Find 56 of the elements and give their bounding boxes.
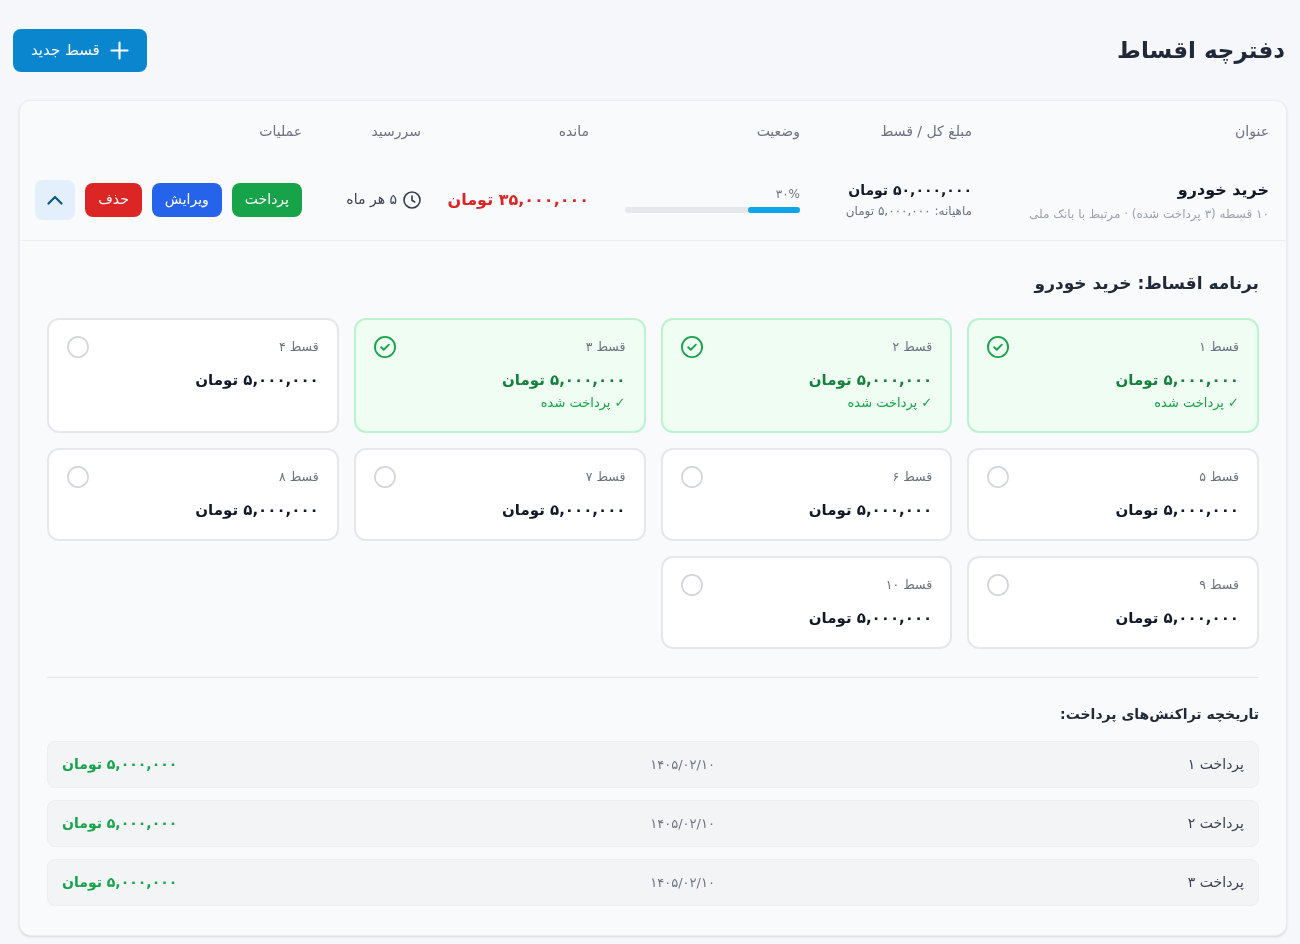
remaining-amount: ۳۵,۰۰۰,۰۰۰ تومان bbox=[447, 189, 589, 209]
installment-amount: ۵,۰۰۰,۰۰۰ تومان bbox=[807, 608, 933, 629]
collapse-button[interactable] bbox=[35, 179, 76, 220]
transaction-date: ۱۴۰۵/۰۲/۱۰ bbox=[650, 873, 715, 892]
column-header: عنوان bbox=[1235, 123, 1269, 139]
installment-amount: ۵,۰۰۰,۰۰۰ تومان bbox=[807, 500, 933, 521]
paid-status: ✓ پرداخت شده bbox=[846, 394, 933, 413]
transaction-label: پرداخت ۲ bbox=[1187, 814, 1244, 834]
transaction-amount: ۵,۰۰۰,۰۰۰ تومان bbox=[62, 873, 178, 893]
installment-amount: ۵,۰۰۰,۰۰۰ تومان bbox=[194, 370, 319, 391]
installment-amount: ۵,۰۰۰,۰۰۰ تومان bbox=[194, 500, 319, 521]
installment-amount: ۵,۰۰۰,۰۰۰ تومان bbox=[1114, 370, 1239, 391]
row-subtitle: ۱۰ قسطه (۳ پرداخت شده) · مرتبط با بانک ملی bbox=[1029, 205, 1269, 223]
column-header: عملیات bbox=[259, 123, 302, 139]
monthly-amount: ماهیانه: ۵,۰۰۰,۰۰۰ تومان bbox=[845, 202, 972, 220]
row-title: خرید خودرو bbox=[1177, 178, 1269, 201]
installment-label: قسط ۵ bbox=[1199, 467, 1239, 486]
transaction-date: ۱۴۰۵/۰۲/۱۰ bbox=[650, 755, 715, 774]
chevron-up-icon bbox=[47, 194, 64, 205]
action-button[interactable]: حذف bbox=[85, 182, 142, 217]
installment-amount: ۵,۰۰۰,۰۰۰ تومان bbox=[501, 500, 626, 521]
column-header: مبلغ کل / قسط bbox=[880, 123, 972, 139]
action-button[interactable]: ویرایش bbox=[151, 182, 222, 217]
transaction-date: ۱۴۰۵/۰۲/۱۰ bbox=[650, 814, 715, 833]
installment-amount: ۵,۰۰۰,۰۰۰ تومان bbox=[1114, 500, 1239, 521]
action-button[interactable]: پرداخت bbox=[231, 182, 302, 217]
installment-amount: ۵,۰۰۰,۰۰۰ تومان bbox=[501, 370, 626, 391]
installment-label: قسط ۱۰ bbox=[885, 575, 933, 594]
transaction-label: پرداخت ۳ bbox=[1187, 873, 1244, 893]
installment-label: قسط ۱ bbox=[1199, 337, 1239, 356]
installment-label: قسط ۸ bbox=[279, 467, 319, 486]
history-title: تاریخچه تراکنش‌های پرداخت: bbox=[1059, 705, 1259, 724]
total-amount: ۵۰,۰۰۰,۰۰۰ تومان bbox=[848, 180, 972, 200]
transaction-amount: ۵,۰۰۰,۰۰۰ تومان bbox=[62, 755, 178, 775]
installment-label: قسط ۴ bbox=[279, 337, 319, 356]
progress-percent: ۳۰% bbox=[775, 186, 800, 202]
installment-label: قسط ۲ bbox=[892, 337, 933, 356]
new-installment-button[interactable]: قسط جدید bbox=[13, 29, 147, 72]
transaction-label: پرداخت ۱ bbox=[1187, 755, 1244, 775]
clock-icon bbox=[403, 190, 421, 209]
column-header: مانده bbox=[558, 123, 589, 139]
due-text: ۵ هر ماه bbox=[346, 190, 397, 209]
column-header: سررسید bbox=[371, 123, 421, 139]
transaction-amount: ۵,۰۰۰,۰۰۰ تومان bbox=[62, 814, 178, 834]
installment-label: قسط ۶ bbox=[892, 467, 933, 486]
installment-amount: ۵,۰۰۰,۰۰۰ تومان bbox=[1114, 608, 1239, 629]
column-header: وضعیت bbox=[756, 123, 800, 139]
plus-icon bbox=[109, 41, 129, 60]
schedule-title: برنامه اقساط: خرید خودرو bbox=[1032, 272, 1259, 296]
paid-status: ✓ پرداخت شده bbox=[1153, 394, 1239, 412]
page-title: دفترچه اقساط bbox=[1117, 36, 1286, 66]
installment-label: قسط ۹ bbox=[1199, 575, 1239, 594]
installment-amount: ۵,۰۰۰,۰۰۰ تومان bbox=[807, 370, 933, 391]
installment-label: قسط ۷ bbox=[585, 467, 626, 486]
paid-status: ✓ پرداخت شده bbox=[539, 394, 626, 413]
installment-label: قسط ۳ bbox=[585, 337, 626, 356]
